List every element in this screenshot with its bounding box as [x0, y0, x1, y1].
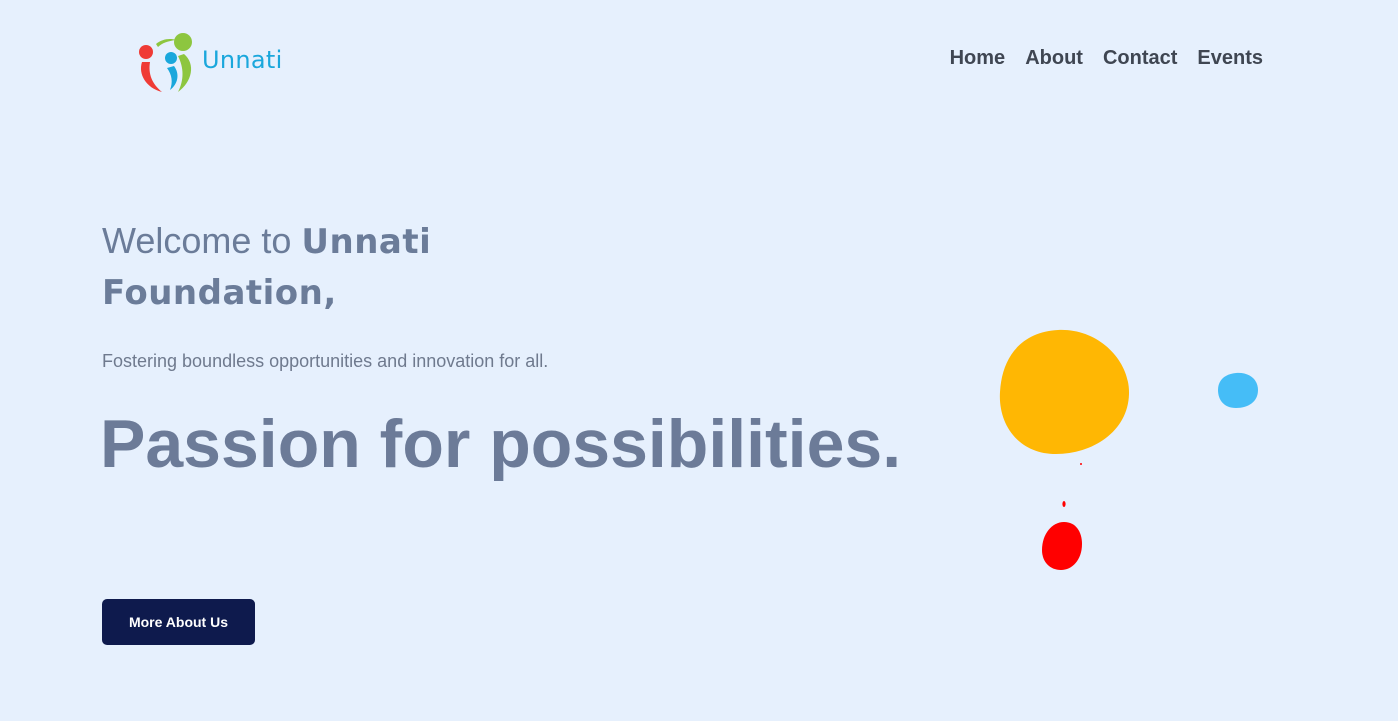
- welcome-prefix: Welcome to: [102, 220, 302, 261]
- logo-link[interactable]: Unnati: [136, 30, 283, 94]
- unnati-logo-icon: [139, 33, 192, 92]
- red-droplet: [1062, 501, 1066, 507]
- tagline: Fostering boundless opportunities and in…: [102, 351, 549, 371]
- logo-text: Unnati: [202, 46, 283, 74]
- nav-home[interactable]: Home: [950, 47, 1006, 70]
- nav-contact[interactable]: Contact: [1103, 47, 1177, 70]
- red-dot: [1080, 463, 1082, 465]
- blue-blob: [1218, 372, 1258, 408]
- nav-events[interactable]: Events: [1197, 47, 1263, 70]
- page: Unnati Home About Contact Events Welcome…: [0, 0, 1398, 721]
- welcome-heading: Welcome to Unnati Foundation,: [102, 216, 522, 318]
- hero-headline: Passion for possibilities.: [100, 406, 902, 482]
- yellow-blob: [999, 329, 1130, 454]
- more-about-us-button[interactable]: More About Us: [102, 599, 255, 645]
- red-blob: [1042, 522, 1082, 570]
- main-nav: Home About Contact Events: [950, 47, 1263, 70]
- decorative-blobs: [999, 329, 1258, 570]
- nav-about[interactable]: About: [1025, 47, 1083, 70]
